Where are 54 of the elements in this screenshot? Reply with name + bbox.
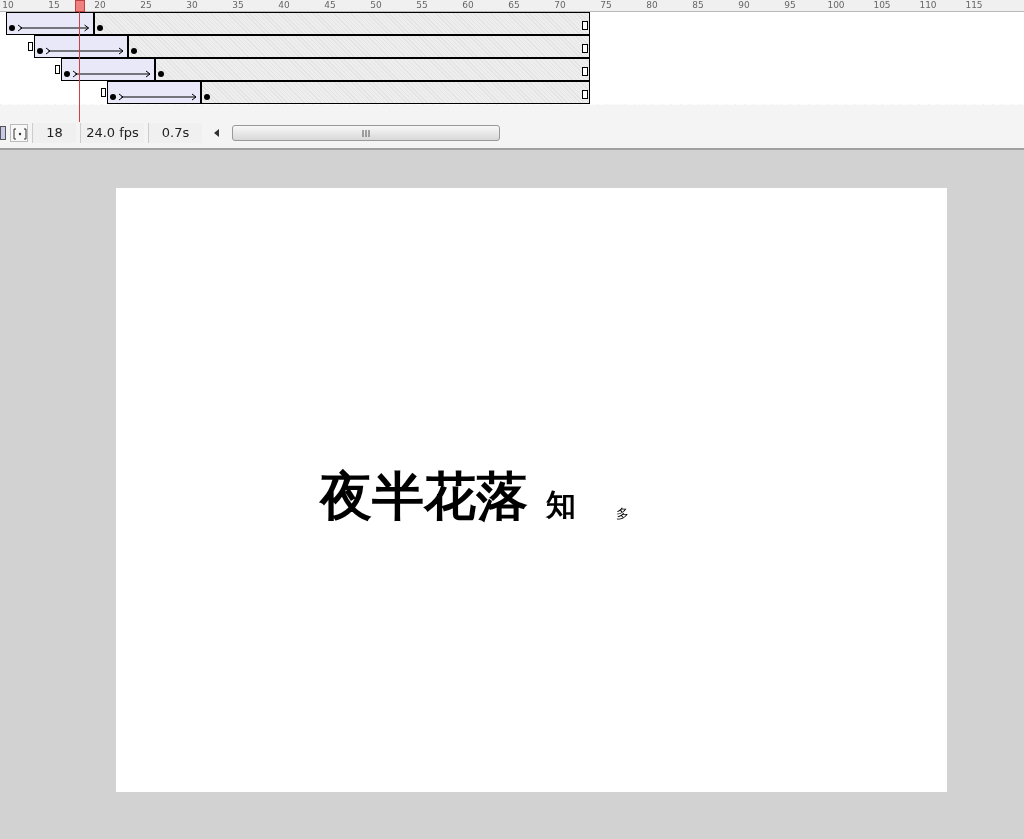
static-frames-span[interactable] bbox=[155, 58, 591, 81]
tween-arrow-icon bbox=[119, 93, 198, 101]
static-frames-span[interactable] bbox=[201, 81, 591, 104]
frame-ruler[interactable]: 10 15 20 25 30 35 40 45 50 55 60 65 70 75 80 85 90 95 100 105 110 115 bbox=[0, 0, 1024, 12]
tween-span[interactable] bbox=[6, 12, 94, 35]
end-frame-icon bbox=[582, 44, 589, 53]
stage-text: 多 bbox=[616, 507, 629, 520]
stage-canvas[interactable]: 夜半花落 知 多 bbox=[116, 188, 947, 792]
ruler-label: 50 bbox=[370, 0, 382, 11]
ruler-label: 15 bbox=[48, 0, 60, 11]
scroll-left-icon[interactable] bbox=[214, 129, 220, 137]
blank-keyframe-icon bbox=[101, 88, 107, 97]
blank-keyframe-icon bbox=[55, 65, 61, 74]
static-frames-span[interactable] bbox=[127, 35, 591, 58]
elapsed-time-field[interactable]: 0.7s bbox=[148, 123, 202, 143]
tween-arrow-icon bbox=[45, 47, 124, 55]
onion-skin-icon[interactable] bbox=[0, 126, 6, 140]
ruler-label: 75 bbox=[600, 0, 612, 11]
ruler-label: 55 bbox=[416, 0, 428, 11]
ruler-label: 85 bbox=[692, 0, 704, 11]
blank-keyframe-icon bbox=[27, 42, 33, 51]
frame-rate-field[interactable]: 24.0 fps bbox=[80, 123, 144, 143]
tween-arrow-icon bbox=[18, 24, 90, 32]
end-frame-icon bbox=[582, 67, 589, 76]
stage-text: 夜半花落 bbox=[320, 470, 528, 522]
grip-icon bbox=[361, 129, 371, 137]
ruler-label: 45 bbox=[324, 0, 336, 11]
ruler-label: 100 bbox=[827, 0, 845, 11]
ruler-label: 105 bbox=[873, 0, 891, 11]
ruler-label: 35 bbox=[232, 0, 244, 11]
end-frame-icon bbox=[582, 90, 589, 99]
ruler-label: 20 bbox=[94, 0, 106, 11]
tween-span[interactable] bbox=[107, 81, 202, 104]
horizontal-scrollbar-thumb[interactable] bbox=[232, 125, 500, 141]
ruler-label: 65 bbox=[508, 0, 520, 11]
ruler-label: 110 bbox=[919, 0, 937, 11]
ruler-label: 95 bbox=[784, 0, 796, 11]
ruler-label: 90 bbox=[738, 0, 750, 11]
end-frame-icon bbox=[582, 21, 589, 30]
ruler-label: 70 bbox=[554, 0, 566, 11]
edit-markers-icon[interactable] bbox=[10, 124, 28, 142]
ruler-label: 80 bbox=[646, 0, 658, 11]
tween-span[interactable] bbox=[33, 35, 128, 58]
ruler-label: 30 bbox=[186, 0, 198, 11]
ruler-label: 25 bbox=[140, 0, 152, 11]
stage-text: 知 bbox=[546, 490, 576, 520]
static-frames-span[interactable] bbox=[93, 12, 591, 35]
ruler-label: 115 bbox=[965, 0, 983, 11]
ruler-label: 60 bbox=[462, 0, 474, 11]
tween-arrow-icon bbox=[73, 70, 152, 78]
current-frame-field[interactable]: 18 bbox=[32, 123, 76, 143]
playhead-handle[interactable] bbox=[75, 0, 85, 12]
ruler-label: 10 bbox=[2, 0, 14, 11]
ruler-label: 40 bbox=[278, 0, 290, 11]
